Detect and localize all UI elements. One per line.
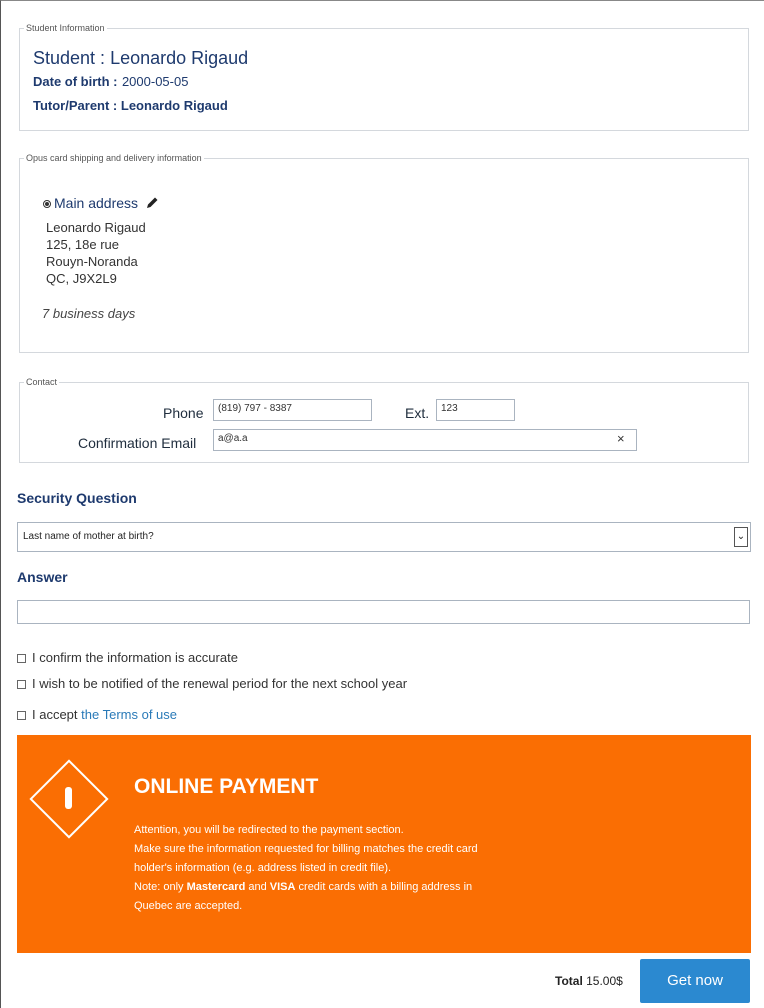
student-label: Student : (33, 48, 106, 68)
ext-label: Ext. (405, 405, 430, 421)
total-value: 15.00$ (586, 974, 623, 988)
note-prefix: Note: only (134, 881, 184, 893)
chevron-down-icon[interactable]: ⌄ (734, 527, 748, 547)
payment-title: ONLINE PAYMENT (134, 775, 319, 798)
security-question-value: Last name of mother at birth? (23, 531, 154, 542)
renewal-notify-label: I wish to be notified of the renewal per… (32, 676, 408, 691)
phone-label: Phone (163, 405, 204, 421)
accept-terms-label: I accept (32, 707, 78, 722)
accept-terms-option[interactable]: I accept the Terms of use (17, 707, 177, 722)
email-input[interactable]: a@a.a (213, 429, 637, 451)
dob-line: Date of birth : 2000-05-05 (33, 73, 188, 91)
security-question-title: Security Question (17, 490, 137, 506)
payment-line: holder's information (e.g. address liste… (134, 862, 392, 874)
ext-input[interactable]: 123 (436, 399, 515, 421)
student-info-legend: Student Information (26, 23, 105, 33)
delivery-time: 7 business days (42, 306, 136, 321)
address-line: QC, J9X2L9 (46, 271, 117, 286)
confirm-accuracy-checkbox[interactable] (17, 654, 26, 664)
address-line: Leonardo Rigaud (46, 220, 146, 235)
online-payment-banner: ONLINE PAYMENT Attention, you will be re… (17, 735, 751, 953)
pencil-icon[interactable] (146, 196, 159, 212)
note-and: and (248, 881, 267, 893)
answer-title: Answer (17, 569, 68, 585)
confirm-accuracy-option[interactable]: I confirm the information is accurate (17, 650, 238, 665)
renewal-notify-checkbox[interactable] (17, 680, 26, 690)
payment-line: Make sure the information requested for … (134, 843, 478, 855)
address-block: Leonardo Rigaud 125, 18e rue Rouyn-Noran… (46, 219, 146, 287)
dob-value: 2000-05-05 (121, 74, 189, 89)
address-line: 125, 18e rue (46, 237, 120, 252)
payment-line: Attention, you will be redirected to the… (134, 824, 404, 836)
clear-icon[interactable]: × (617, 431, 625, 446)
main-address-radio[interactable] (43, 200, 51, 209)
total-label: Total (555, 974, 583, 988)
warning-icon-bar (65, 787, 72, 809)
student-name: Leonardo Rigaud (110, 48, 249, 68)
main-address-label: Main address (54, 195, 139, 211)
tutor-label: Tutor/Parent : (33, 98, 118, 113)
accept-terms-checkbox[interactable] (17, 711, 26, 721)
email-label: Confirmation Email (78, 435, 197, 451)
order-total: Total 15.00$ (555, 974, 623, 988)
payment-note: Note: only Mastercard and VISA credit ca… (134, 878, 478, 897)
contact-legend: Contact (26, 377, 58, 387)
tutor-name: Leonardo Rigaud (120, 98, 228, 113)
note-suffix: credit cards with a billing address in (298, 881, 473, 893)
payment-text: Attention, you will be redirected to the… (134, 821, 478, 916)
address-line: Rouyn-Noranda (46, 254, 138, 269)
main-address-option[interactable]: Main address (43, 195, 159, 212)
answer-input[interactable] (17, 600, 750, 624)
dob-label: Date of birth : (33, 74, 118, 89)
confirm-accuracy-label: I confirm the information is accurate (32, 650, 238, 665)
visa-label: VISA (269, 881, 296, 893)
get-now-button[interactable]: Get now (640, 959, 750, 1003)
security-question-select[interactable]: Last name of mother at birth? ⌄ (17, 522, 751, 552)
renewal-notify-option[interactable]: I wish to be notified of the renewal per… (17, 676, 407, 691)
tutor-line: Tutor/Parent : Leonardo Rigaud (33, 98, 228, 113)
payment-note-last: Quebec are accepted. (134, 900, 243, 912)
mastercard-label: Mastercard (186, 881, 246, 893)
shipping-legend: Opus card shipping and delivery informat… (26, 153, 202, 163)
phone-input[interactable]: (819) 797 - 8387 (213, 399, 372, 421)
order-form-page: Student Information Student : Leonardo R… (0, 0, 764, 1008)
student-line: Student : Leonardo Rigaud (33, 48, 248, 69)
terms-of-use-link[interactable]: the Terms of use (81, 707, 177, 722)
